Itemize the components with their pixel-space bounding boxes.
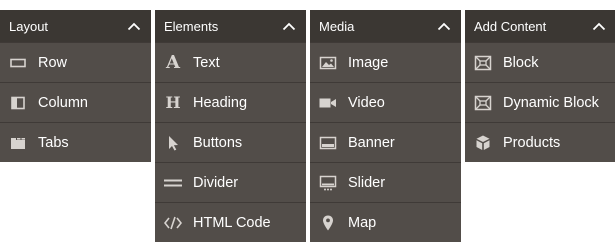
cursor-icon bbox=[164, 134, 182, 152]
elements-item-divider[interactable]: Divider bbox=[155, 162, 306, 202]
media-item-slider[interactable]: Slider bbox=[310, 162, 461, 202]
media-item-video[interactable]: Video bbox=[310, 82, 461, 122]
panel-title: Layout bbox=[9, 18, 49, 34]
text-icon: A bbox=[164, 51, 182, 73]
layout-panel: Layout Row Column Tabs bbox=[0, 10, 151, 162]
layout-panel-header[interactable]: Layout bbox=[0, 10, 151, 42]
media-item-image[interactable]: Image bbox=[310, 42, 461, 82]
add-content-item-block[interactable]: Block bbox=[465, 42, 615, 82]
heading-glyph: H bbox=[165, 92, 181, 112]
item-label: Map bbox=[348, 214, 377, 231]
panel-title: Add Content bbox=[474, 18, 547, 34]
layout-item-column[interactable]: Column bbox=[0, 82, 151, 122]
item-label: HTML Code bbox=[193, 214, 271, 231]
add-content-panel-header[interactable]: Add Content bbox=[465, 10, 615, 42]
elements-item-heading[interactable]: H Heading bbox=[155, 82, 306, 122]
video-icon bbox=[319, 94, 337, 112]
chevron-up-icon[interactable] bbox=[282, 21, 296, 31]
banner-icon bbox=[319, 134, 337, 152]
elements-item-text[interactable]: A Text bbox=[155, 42, 306, 82]
add-content-panel: Add Content Block Dynamic Block Products bbox=[465, 10, 615, 162]
chevron-up-icon[interactable] bbox=[127, 21, 141, 31]
item-label: Image bbox=[348, 54, 389, 71]
item-label: Divider bbox=[193, 174, 239, 191]
panel-title: Media bbox=[319, 18, 355, 34]
add-content-item-dynamic-block[interactable]: Dynamic Block bbox=[465, 82, 615, 122]
block-icon bbox=[474, 54, 492, 72]
item-label: Tabs bbox=[38, 134, 69, 151]
slider-icon bbox=[319, 174, 337, 192]
heading-icon: H bbox=[164, 94, 182, 112]
chevron-up-icon[interactable] bbox=[592, 21, 606, 31]
media-item-map[interactable]: Map bbox=[310, 202, 461, 242]
add-content-item-products[interactable]: Products bbox=[465, 122, 615, 162]
item-label: Slider bbox=[348, 174, 386, 191]
item-label: Buttons bbox=[193, 134, 243, 151]
item-label: Column bbox=[38, 94, 88, 111]
map-pin-icon bbox=[319, 214, 337, 232]
elements-item-buttons[interactable]: Buttons bbox=[155, 122, 306, 162]
item-label: Dynamic Block bbox=[503, 94, 599, 111]
item-label: Heading bbox=[193, 94, 248, 111]
item-label: Products bbox=[503, 134, 561, 151]
column-icon bbox=[9, 94, 27, 112]
item-label: Text bbox=[193, 54, 220, 71]
media-item-banner[interactable]: Banner bbox=[310, 122, 461, 162]
dynamic-block-icon bbox=[474, 94, 492, 112]
item-label: Video bbox=[348, 94, 385, 111]
row-icon bbox=[9, 54, 27, 72]
elements-panel: Elements A Text H Heading Buttons Divide… bbox=[155, 10, 306, 242]
tabs-icon bbox=[9, 134, 27, 152]
elements-panel-header[interactable]: Elements bbox=[155, 10, 306, 42]
item-label: Block bbox=[503, 54, 539, 71]
image-icon bbox=[319, 54, 337, 72]
elements-item-html-code[interactable]: HTML Code bbox=[155, 202, 306, 242]
products-icon bbox=[474, 134, 492, 152]
layout-item-row[interactable]: Row bbox=[0, 42, 151, 82]
panel-title: Elements bbox=[164, 18, 219, 34]
item-label: Banner bbox=[348, 134, 395, 151]
text-glyph: A bbox=[166, 51, 180, 73]
media-panel-header[interactable]: Media bbox=[310, 10, 461, 42]
item-label: Row bbox=[38, 54, 68, 71]
divider-icon bbox=[164, 174, 182, 192]
layout-item-tabs[interactable]: Tabs bbox=[0, 122, 151, 162]
media-panel: Media Image Video Banner Slider Map bbox=[310, 10, 461, 242]
chevron-up-icon[interactable] bbox=[437, 21, 451, 31]
code-icon bbox=[164, 214, 182, 232]
